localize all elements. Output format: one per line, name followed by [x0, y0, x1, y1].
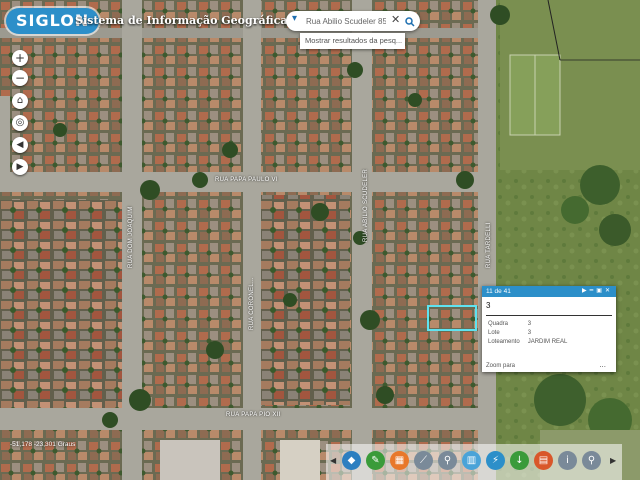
feature-popup: 11 de 41 ▶━▣✕ 3 Quadra 3 Lote 3 Loteamento…	[482, 286, 616, 372]
close-icon[interactable]: ✕	[391, 13, 400, 26]
chevron-down-icon[interactable]: ▾	[292, 13, 297, 24]
street-label: RUA PAPA PIO XII	[226, 412, 281, 418]
attr-label: Loteamento	[488, 339, 520, 345]
more-options-icon[interactable]: ...	[599, 360, 606, 369]
download-icon[interactable]: ↓	[510, 451, 529, 470]
search-icon[interactable]	[405, 14, 415, 32]
attr-value: 3	[527, 321, 532, 327]
zoom-in-button[interactable]: +	[12, 50, 28, 66]
attr-value: 3	[527, 330, 532, 336]
search-tool-icon[interactable]: ⚲	[582, 451, 601, 470]
close-icon[interactable]: ✕	[605, 288, 613, 294]
route-icon[interactable]: ⚲	[438, 451, 457, 470]
toolbar-next-icon[interactable]: ▶	[610, 456, 616, 465]
basemap-icon[interactable]: ▦	[390, 451, 409, 470]
home-icon[interactable]: ⌂	[12, 93, 28, 109]
print-icon[interactable]: ▤	[534, 451, 553, 470]
attr-value: JARDIM REAL	[527, 339, 568, 345]
street-label: RUA ABILIO SCUDELER	[363, 168, 369, 242]
street-label: RUA PAPA PAULO VI	[215, 177, 278, 183]
attr-label: Lote	[488, 330, 500, 336]
popup-title: 3	[486, 301, 612, 316]
street-label: RUA CORONEL...	[249, 277, 255, 330]
satellite-map[interactable]	[0, 0, 640, 480]
popup-attributes: Quadra 3 Lote 3 Loteamento JARDIM REAL	[486, 320, 573, 347]
coordinates-readout: -51,178 -23,301 Graus	[10, 441, 76, 448]
zoom-to-link[interactable]: Zoom para	[486, 363, 515, 369]
chart-icon[interactable]: ⚡	[486, 451, 505, 470]
table-row: Quadra 3	[486, 320, 573, 329]
table-row: Lote 3	[486, 329, 573, 338]
bottom-toolbar: ◀ ◆ ✎ ▦ ⟋ ⚲ ▥ ⚡ ↓ ▤ i ⚲ ▶	[326, 444, 622, 480]
popup-counter: 11 de 41	[486, 288, 511, 295]
search-bar[interactable]: ▾ ✕	[286, 11, 420, 31]
attr-label: Quadra	[488, 321, 509, 327]
search-input[interactable]	[306, 14, 386, 28]
maximize-icon[interactable]: ▣	[596, 288, 605, 294]
toolbar-prev-icon[interactable]: ◀	[330, 456, 336, 465]
zoom-out-button[interactable]: −	[12, 70, 28, 86]
search-suggestion[interactable]: Mostrar resultados da pesq...	[300, 33, 405, 49]
forward-icon[interactable]: ▶	[12, 159, 28, 175]
street-label: RUA DOM JOAQUIM	[128, 206, 134, 268]
measure-icon[interactable]: ⟋	[414, 451, 433, 470]
split-icon[interactable]: ▥	[462, 451, 481, 470]
locate-icon[interactable]: ◎	[12, 115, 28, 131]
back-icon[interactable]: ◀	[12, 137, 28, 153]
table-row: Loteamento JARDIM REAL	[486, 338, 573, 347]
draw-icon[interactable]: ✎	[366, 451, 385, 470]
popup-header: 11 de 41 ▶━▣✕	[482, 286, 616, 297]
layers-icon[interactable]: ◆	[342, 451, 361, 470]
info-icon[interactable]: i	[558, 451, 577, 470]
next-icon[interactable]: ▶	[582, 288, 590, 294]
street-label: RUA TARDELLI	[486, 222, 492, 268]
